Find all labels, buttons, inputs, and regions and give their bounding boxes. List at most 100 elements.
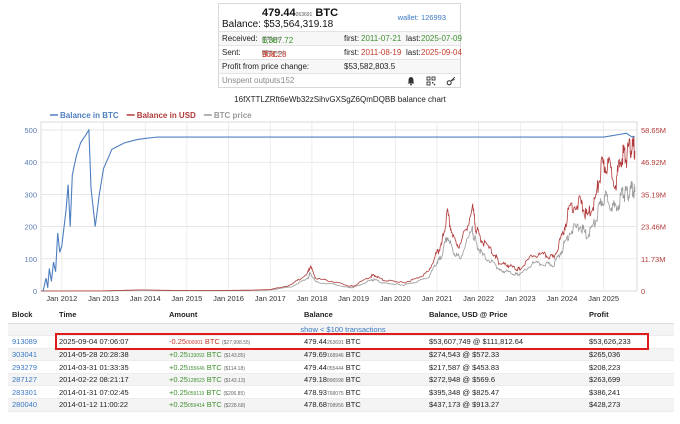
key-icon[interactable] (446, 76, 456, 86)
received-last-date: 2025-07-09 (421, 34, 462, 43)
block-link[interactable]: 283301 (8, 385, 55, 400)
tx-balance-small: 168946 (326, 352, 344, 359)
tx-amount-small: 128523 (187, 378, 205, 385)
col-block: Block (8, 307, 55, 324)
action-icons (406, 76, 456, 86)
tx-balance-unit: BTC (345, 349, 361, 359)
tx-amount-unit: BTC (206, 387, 222, 397)
tx-amount-unit: BTC (204, 337, 220, 347)
tx-amount: -0.25000001 BTC ($27,998.55) (165, 335, 300, 349)
tx-amount-value: +0.25 (169, 362, 188, 372)
y-left-tick: 0 (33, 287, 37, 296)
tx-amount-unit: BTC (206, 375, 222, 385)
tx-amount-unit: BTC (206, 400, 222, 410)
y-right-tick: 23.46M (641, 223, 666, 232)
tx-balance-small: 896598 (326, 378, 344, 385)
y-left-tick: 400 (24, 158, 37, 167)
tx-amount: +0.25059119 BTC ($206.85) (165, 385, 300, 400)
block-link[interactable]: 293279 (8, 360, 55, 374)
profit-label: Profit from price change: (222, 62, 310, 71)
table-row: 280040 2014-01-12 11:00:22 +0.25059414 BTC… (8, 398, 674, 412)
tx-balance: 478.68708956 BTC (300, 398, 425, 412)
legend-entry: BTC price (214, 111, 252, 120)
tx-balance-value: 479.44 (304, 337, 327, 347)
tx-usd-price: $272,948 @ $569.6 (425, 373, 585, 387)
sent-last-label: last: (406, 48, 421, 57)
sent-label: Sent: (222, 48, 241, 57)
tx-balance-unit: BTC (345, 387, 361, 397)
tx-profit: $265,036 (585, 348, 674, 362)
sent-last-date: 2025-09-04 (421, 48, 462, 57)
tx-balance: 479.44263691 BTC (300, 335, 425, 349)
y-right-tick: 11.73M (641, 255, 665, 264)
col-time: Time (55, 307, 165, 324)
tx-balance-small: 055444 (326, 365, 344, 372)
tx-time: 2014-05-28 20:28:38 (55, 348, 165, 362)
tx-amount-usd: ($143.85) (223, 352, 246, 359)
table-row: 287127 2014-02-22 08:21:17 +0.25128523 BTC… (8, 373, 674, 387)
tx-balance-unit: BTC (345, 400, 361, 410)
show-small-transactions-link[interactable]: show < $100 transactions (8, 323, 674, 337)
unspent-label: Unspent outputs: (222, 76, 283, 85)
tx-amount-small: 059414 (187, 403, 205, 410)
tx-balance-small: 708956 (326, 403, 344, 410)
tx-balance: 479.69168946 BTC (300, 348, 425, 362)
sent-count: (206 outs) (262, 50, 285, 56)
block-link[interactable]: 913089 (8, 335, 55, 349)
tx-time: 2014-01-31 07:02:45 (55, 385, 165, 400)
wallet-link[interactable]: wallet: 126993 (398, 13, 446, 22)
address-info-box: 479.44263691 BTC Balance: $53,564,319.18… (218, 3, 462, 88)
x-tick: Jan 2020 (380, 294, 411, 303)
tx-time: 2014-01-12 11:00:22 (55, 398, 165, 412)
sent-first-label: first: (344, 48, 360, 57)
tx-amount: +0.25155646 BTC ($114.18) (165, 360, 300, 374)
table-row: 283301 2014-01-31 07:02:45 +0.25059119 BTC… (8, 385, 674, 400)
x-tick: Jan 2015 (171, 294, 202, 303)
tx-amount-usd: ($27,998.55) (221, 340, 251, 347)
tx-balance-value: 479.44 (304, 362, 327, 372)
block-link[interactable]: 303041 (8, 348, 55, 362)
tx-balance: 479.44055444 BTC (300, 360, 425, 374)
bell-icon[interactable] (406, 76, 416, 86)
table-row: 303041 2014-05-28 20:28:38 +0.25133092 BTC… (8, 348, 674, 362)
sent-row: Sent: 908.28 04 BTC (206 outs) first: 201… (219, 45, 462, 59)
tx-usd-price: $274,543 @ $572.33 (425, 348, 585, 362)
tx-amount-small: 155646 (187, 365, 205, 372)
tx-amount-usd: ($143.13) (223, 378, 246, 385)
x-tick: Jan 2014 (130, 294, 161, 303)
tx-time: 2014-03-31 01:33:35 (55, 360, 165, 374)
y-left-tick: 500 (24, 126, 37, 135)
tx-balance-value: 479.18 (304, 375, 327, 385)
col-balance-usd: Balance, USD @ Price (425, 307, 585, 324)
chart-title: 16fXTTLZRft6eWb32zSihvGXSgZ6QmDQBB balan… (234, 95, 446, 104)
x-tick: Jan 2025 (588, 294, 619, 303)
block-link[interactable]: 280040 (8, 398, 55, 412)
tx-amount-value: +0.25 (169, 387, 188, 397)
tx-balance: 479.18896598 BTC (300, 373, 425, 387)
series-balance-btc (42, 128, 635, 292)
tx-balance-unit: BTC (345, 337, 361, 347)
tx-amount-value: +0.25 (169, 349, 188, 359)
balance-btc-small: 263691 (295, 12, 313, 18)
received-first-label: first: (344, 34, 360, 43)
tx-amount-usd: ($228.68) (223, 403, 246, 410)
tx-amount-small: 000001 (186, 340, 203, 347)
received-label: Received: (222, 34, 258, 43)
block-link[interactable]: 287127 (8, 373, 55, 387)
tx-time: 2025-09-04 07:06:07 (55, 335, 165, 349)
tx-amount-usd: ($114.18) (223, 365, 245, 372)
tx-profit: $428,273 (585, 398, 674, 412)
qr-code-icon[interactable] (426, 76, 436, 86)
sent-first-date: 2011-08-19 (361, 48, 402, 57)
tx-time: 2014-02-22 08:21:17 (55, 373, 165, 387)
table-header-row: Block Time Amount Balance Balance, USD @… (8, 307, 674, 324)
legend-entry: Balance in BTC (60, 111, 119, 120)
profit-row: Profit from price change: $53,582,803.5 (219, 59, 460, 73)
x-tick: Jan 2018 (296, 294, 327, 303)
tx-amount: +0.25128523 BTC ($143.13) (165, 373, 300, 387)
x-tick: Jan 2021 (422, 294, 453, 303)
transactions-table: Block Time Amount Balance Balance, USD @… (8, 307, 674, 412)
x-tick: Jan 2023 (505, 294, 536, 303)
tx-usd-price: $53,607,749 @ $111,812.64 (425, 335, 585, 349)
tx-amount-small: 059119 (187, 390, 205, 397)
